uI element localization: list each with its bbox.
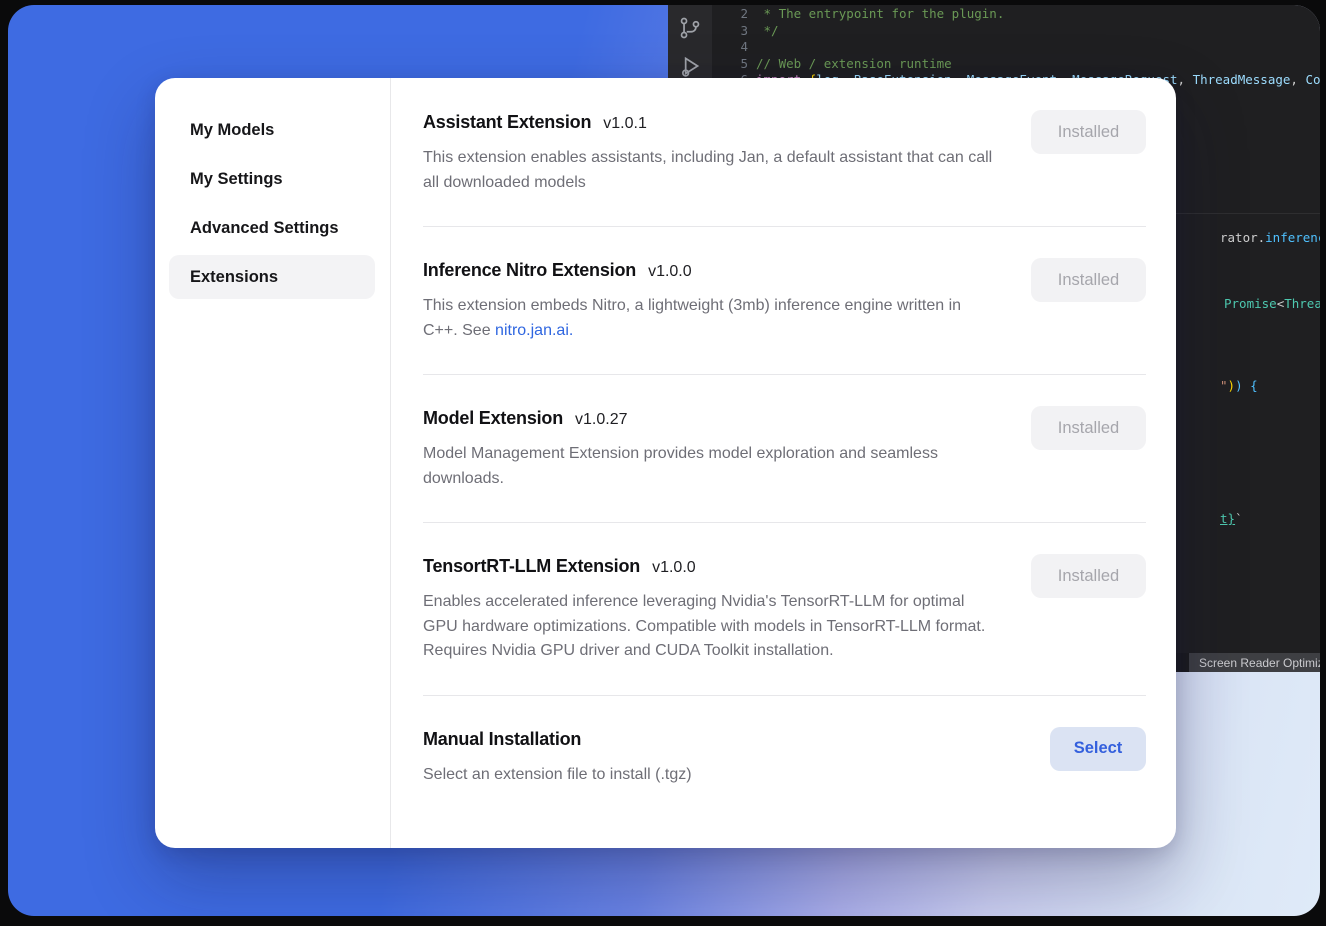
extension-description: Model Management Extension provides mode… bbox=[423, 442, 998, 491]
code-lines: 2 * The entrypoint for the plugin.3 */45… bbox=[712, 6, 1320, 89]
sidebar-item-extensions[interactable]: Extensions bbox=[169, 255, 375, 299]
select-button[interactable]: Select bbox=[1050, 727, 1146, 771]
extension-name: TensortRT-LLM Extension bbox=[423, 556, 640, 576]
extension-info: Model Extension v1.0.27 Model Management E… bbox=[423, 408, 998, 491]
code-fragment: Promise<ThreadMessage> bbox=[1224, 296, 1320, 312]
extension-description: Enables accelerated inference leveraging… bbox=[423, 590, 998, 664]
code-text: * The entrypoint for the plugin. bbox=[756, 6, 1004, 23]
extension-description: This extension enables assistants, inclu… bbox=[423, 146, 998, 195]
code-line: 3 */ bbox=[712, 23, 1320, 40]
extension-row: Assistant Extension v1.0.1 This extension … bbox=[423, 112, 1146, 227]
desktop-wallpaper: 2 * The entrypoint for the plugin.3 */45… bbox=[8, 5, 1320, 916]
extension-title-row: TensortRT-LLM Extension v1.0.0 bbox=[423, 556, 998, 577]
extension-version: v1.0.27 bbox=[575, 411, 627, 428]
sidebar-item-my-settings[interactable]: My Settings bbox=[169, 157, 375, 201]
code-line: 2 * The entrypoint for the plugin. bbox=[712, 6, 1320, 23]
source-control-icon[interactable] bbox=[677, 15, 703, 41]
extension-title-row: Model Extension v1.0.27 bbox=[423, 408, 998, 429]
extension-version: v1.0.1 bbox=[603, 115, 647, 132]
code-fragment: t}` bbox=[1220, 511, 1243, 527]
extension-info: Manual Installation Select an extension f… bbox=[423, 729, 692, 788]
extension-row: Inference Nitro Extension v1.0.0 This exte… bbox=[423, 227, 1146, 375]
code-text: */ bbox=[756, 23, 779, 40]
code-text: // Web / extension runtime bbox=[756, 56, 952, 73]
extension-version: v1.0.0 bbox=[648, 263, 692, 280]
code-line: 4 bbox=[712, 39, 1320, 56]
line-number: 4 bbox=[712, 39, 748, 56]
installed-button[interactable]: Installed bbox=[1031, 110, 1146, 154]
line-number: 2 bbox=[712, 6, 748, 23]
sidebar-item-my-models[interactable]: My Models bbox=[169, 108, 375, 152]
installed-button[interactable]: Installed bbox=[1031, 554, 1146, 598]
extension-row: Model Extension v1.0.27 Model Management E… bbox=[423, 375, 1146, 523]
extension-name: Manual Installation bbox=[423, 729, 581, 749]
extension-row: Manual Installation Select an extension f… bbox=[423, 696, 1146, 819]
line-number: 5 bbox=[712, 56, 748, 73]
settings-modal: My Models My Settings Advanced Settings Ext… bbox=[155, 78, 1176, 848]
extension-info: Assistant Extension v1.0.1 This extension … bbox=[423, 112, 998, 195]
extension-name: Inference Nitro Extension bbox=[423, 260, 636, 280]
extension-title-row: Inference Nitro Extension v1.0.0 bbox=[423, 260, 998, 281]
extension-title-row: Assistant Extension v1.0.1 bbox=[423, 112, 998, 133]
extension-info: Inference Nitro Extension v1.0.0 This exte… bbox=[423, 260, 998, 343]
extension-description: Select an extension file to install (.tg… bbox=[423, 763, 692, 788]
extensions-panel: Assistant Extension v1.0.1 This extension … bbox=[391, 78, 1176, 848]
screen: 2 * The entrypoint for the plugin.3 */45… bbox=[0, 0, 1326, 926]
code-fragment: rator.inference(data)); bbox=[1220, 230, 1320, 246]
code-line: 5 // Web / extension runtime bbox=[712, 56, 1320, 73]
screen-reader-status[interactable]: Screen Reader Optimized bbox=[1189, 653, 1320, 672]
extension-row: TensortRT-LLM Extension v1.0.0 Enables acc… bbox=[423, 523, 1146, 696]
settings-sidebar: My Models My Settings Advanced Settings Ext… bbox=[155, 78, 391, 848]
code-fragment: ")) { bbox=[1220, 378, 1258, 394]
extension-name: Model Extension bbox=[423, 408, 563, 428]
extension-version: v1.0.0 bbox=[652, 559, 696, 576]
installed-button[interactable]: Installed bbox=[1031, 258, 1146, 302]
nitro-link[interactable]: nitro.jan.ai. bbox=[495, 322, 573, 339]
installed-button[interactable]: Installed bbox=[1031, 406, 1146, 450]
extension-info: TensortRT-LLM Extension v1.0.0 Enables acc… bbox=[423, 556, 998, 664]
extension-name: Assistant Extension bbox=[423, 112, 591, 132]
run-and-debug-icon[interactable] bbox=[677, 53, 703, 79]
extension-title-row: Manual Installation bbox=[423, 729, 692, 750]
extension-description: This extension embeds Nitro, a lightweig… bbox=[423, 294, 998, 343]
sidebar-item-advanced-settings[interactable]: Advanced Settings bbox=[169, 206, 375, 250]
line-number: 3 bbox=[712, 23, 748, 40]
